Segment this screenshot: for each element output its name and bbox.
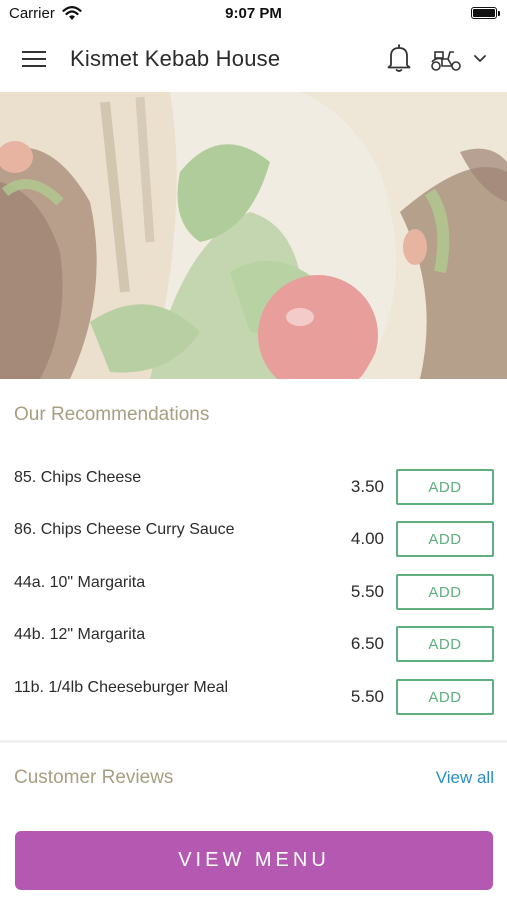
section-divider: [0, 740, 507, 743]
item-name: 44b. 12" Margarita: [14, 626, 146, 643]
menu-icon[interactable]: [22, 49, 48, 69]
item-name: 86. Chips Cheese Curry Sauce: [14, 521, 235, 538]
app-header: Kismet Kebab House: [0, 26, 507, 92]
restaurant-title: Kismet Kebab House: [70, 46, 281, 71]
view-all-reviews-link[interactable]: View all: [436, 768, 494, 788]
item-price: 5.50: [350, 687, 384, 706]
item-price: 6.50: [350, 634, 384, 653]
hero-food-image: [0, 92, 507, 379]
recommendation-row: 11b. 1/4lb Cheeseburger Meal 5.50 ADD: [0, 679, 507, 731]
add-button[interactable]: ADD: [396, 521, 494, 557]
item-name: 44a. 10" Margarita: [14, 574, 146, 591]
recommendation-row: 86. Chips Cheese Curry Sauce 4.00 ADD: [0, 521, 507, 573]
reviews-title: Customer Reviews: [14, 767, 174, 788]
item-name: 11b. 1/4lb Cheeseburger Meal: [14, 679, 229, 696]
battery-tip: [498, 11, 500, 16]
item-name: 85. Chips Cheese: [14, 469, 142, 486]
item-price: 5.50: [350, 582, 384, 601]
status-bar: Carrier 9:07 PM: [0, 0, 507, 26]
chevron-down-icon[interactable]: [472, 52, 488, 66]
bell-icon[interactable]: [385, 43, 413, 73]
recommendations-title: Our Recommendations: [14, 404, 210, 425]
add-button[interactable]: ADD: [396, 469, 494, 505]
recommendation-row: 44b. 12" Margarita 6.50 ADD: [0, 626, 507, 678]
battery-icon: [471, 7, 497, 19]
add-button[interactable]: ADD: [396, 626, 494, 662]
item-price: 4.00: [350, 529, 384, 548]
recommendation-row: 44a. 10" Margarita 5.50 ADD: [0, 574, 507, 626]
view-menu-button[interactable]: VIEW MENU: [15, 831, 493, 890]
add-button[interactable]: ADD: [396, 679, 494, 715]
clock: 9:07 PM: [225, 5, 282, 22]
add-button[interactable]: ADD: [396, 574, 494, 610]
item-price: 3.50: [350, 477, 384, 496]
scooter-icon[interactable]: [430, 46, 462, 72]
recommendation-row: 85. Chips Cheese 3.50 ADD: [0, 469, 507, 521]
